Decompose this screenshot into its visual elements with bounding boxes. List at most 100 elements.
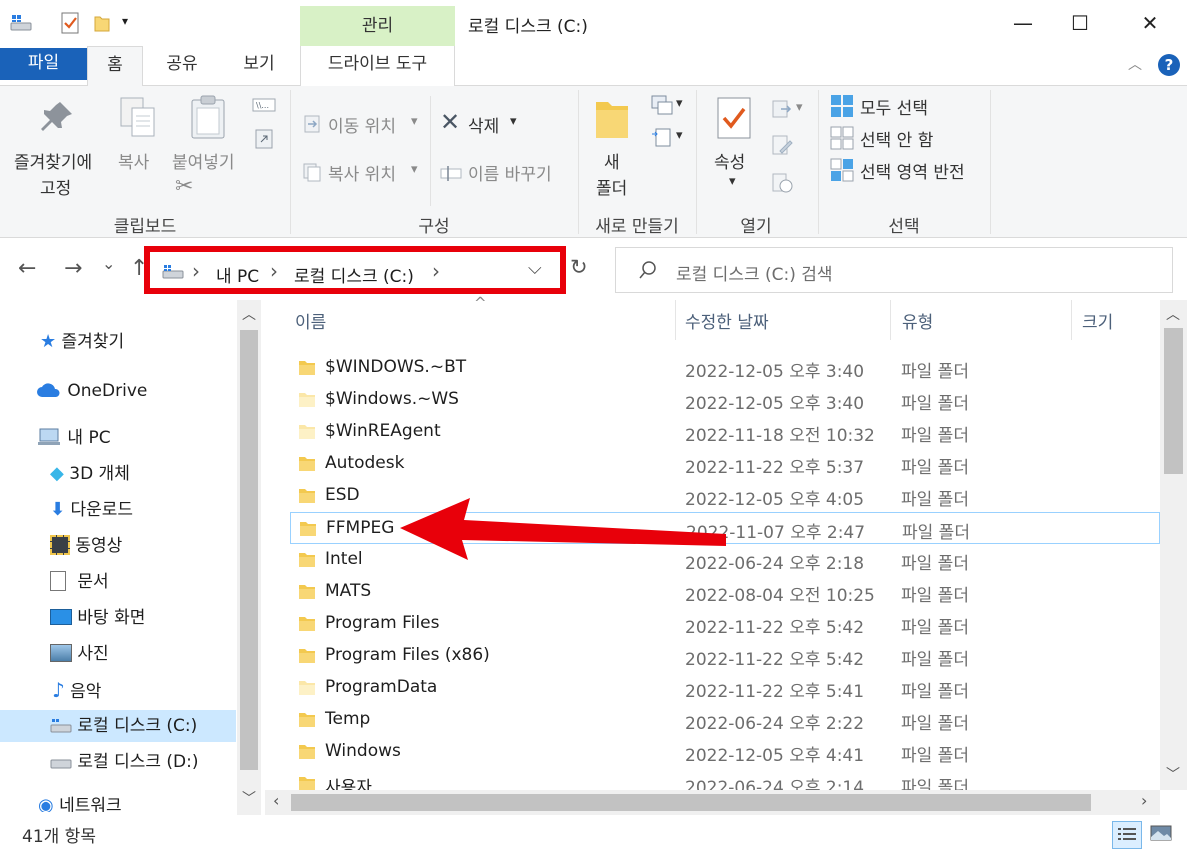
new-folder-button[interactable]: 새 bbox=[604, 148, 620, 173]
file-date: 2022-06-24 오후 2:22 bbox=[685, 714, 865, 734]
copy-to-button[interactable]: 복사 위치 bbox=[328, 160, 396, 185]
tab-drive-tools[interactable]: 드라이브 도구 bbox=[300, 46, 455, 86]
cut-icon[interactable]: ✂ bbox=[175, 174, 193, 199]
help-icon[interactable]: ? bbox=[1158, 54, 1180, 76]
properties-button[interactable]: 속성 bbox=[714, 148, 745, 173]
rename-button[interactable]: 이름 바꾸기 bbox=[468, 160, 552, 185]
nav-item-documents[interactable]: 문서 bbox=[50, 566, 109, 598]
move-to-button[interactable]: 이동 위치 bbox=[328, 112, 396, 137]
collapse-ribbon-icon[interactable]: ︿ bbox=[1128, 54, 1142, 74]
recent-locations-button[interactable]: ⌄ bbox=[102, 254, 115, 273]
nav-item-this-pc[interactable]: 내 PC bbox=[38, 422, 111, 454]
nav-item-local-disk-d[interactable]: 로컬 디스크 (D:) bbox=[50, 746, 199, 778]
close-button[interactable]: ✕ bbox=[1122, 0, 1178, 46]
breadcrumb-separator[interactable]: › bbox=[192, 259, 200, 283]
scroll-down-icon[interactable]: ﹀ bbox=[1166, 764, 1180, 784]
move-to-dropdown-icon[interactable]: ▾ bbox=[411, 114, 418, 129]
file-name: ProgramData bbox=[325, 677, 438, 697]
scroll-left-icon[interactable]: ‹ bbox=[273, 791, 279, 810]
table-row[interactable]: MATS 2022-08-04 오전 10:25 파일 폴더 bbox=[290, 576, 1160, 608]
table-row[interactable]: Program Files (x86) 2022-11-22 오후 5:42 파일 … bbox=[290, 640, 1160, 672]
nav-item-music[interactable]: ♪ 음악 bbox=[52, 674, 101, 706]
table-row[interactable]: $WinREAgent 2022-11-18 오전 10:32 파일 폴더 bbox=[290, 416, 1160, 448]
copy-path-icon[interactable]: \\... bbox=[252, 98, 276, 112]
select-all-button[interactable]: 모두 선택 bbox=[860, 94, 928, 119]
select-none-button[interactable]: 선택 안 함 bbox=[860, 126, 933, 151]
breadcrumb-this-pc[interactable]: 내 PC bbox=[216, 262, 259, 287]
table-row[interactable]: Temp 2022-06-24 오후 2:22 파일 폴더 bbox=[290, 704, 1160, 736]
nav-item-pictures[interactable]: 사진 bbox=[50, 638, 109, 670]
refresh-button[interactable]: ↻ bbox=[570, 255, 588, 279]
easy-access-dropdown-icon[interactable]: ▾ bbox=[676, 128, 683, 143]
scroll-up-icon[interactable]: ︿ bbox=[242, 304, 256, 324]
large-icons-view-button[interactable] bbox=[1150, 824, 1174, 844]
address-bar[interactable]: › 내 PC › 로컬 디스크 (C:) › ⌵ bbox=[144, 246, 566, 294]
file-type: 파일 폴더 bbox=[901, 746, 969, 766]
group-label-new: 새로 만들기 bbox=[595, 217, 679, 237]
paste-button[interactable]: 붙여넣기 bbox=[172, 148, 235, 173]
scroll-up-icon[interactable]: ︿ bbox=[1166, 304, 1180, 324]
qat-dropdown-icon[interactable]: ▾ bbox=[122, 14, 128, 28]
nav-item-network[interactable]: ◉ 네트워크 bbox=[38, 792, 122, 812]
nav-item-quick-access[interactable]: ★ 즐겨찾기 bbox=[40, 326, 124, 358]
search-input[interactable]: 로컬 디스크 (C:) 검색 bbox=[676, 260, 833, 285]
tab-share[interactable]: 공유 bbox=[150, 46, 214, 86]
new-item-icon[interactable] bbox=[650, 94, 674, 116]
open-icon[interactable] bbox=[770, 98, 794, 120]
history-icon[interactable] bbox=[770, 172, 794, 194]
file-date: 2022-11-22 오후 5:37 bbox=[685, 458, 865, 478]
file-list-vscrollbar[interactable]: ︿ ﹀ bbox=[1160, 300, 1187, 790]
tab-file[interactable]: 파일 bbox=[0, 48, 87, 80]
properties-icon[interactable] bbox=[60, 12, 80, 34]
nav-item-downloads[interactable]: ⬇ 다운로드 bbox=[50, 494, 133, 526]
nav-item-onedrive[interactable]: OneDrive bbox=[36, 375, 147, 407]
file-list-hscroll-thumb[interactable] bbox=[291, 794, 1091, 811]
table-row[interactable]: 사용자 2022-06-24 오후 2:14 파일 폴더 bbox=[290, 768, 1160, 790]
search-box[interactable]: 로컬 디스크 (C:) 검색 bbox=[615, 247, 1173, 293]
edit-icon[interactable] bbox=[770, 134, 794, 156]
forward-button[interactable]: → bbox=[64, 256, 82, 281]
file-list-hscrollbar[interactable]: ‹ › bbox=[265, 790, 1160, 815]
new-item-dropdown-icon[interactable]: ▾ bbox=[676, 96, 683, 111]
open-dropdown-icon[interactable]: ▾ bbox=[796, 100, 803, 115]
invert-selection-button[interactable]: 선택 영역 반전 bbox=[860, 158, 965, 183]
properties-dropdown-icon[interactable]: ▾ bbox=[729, 174, 736, 189]
delete-button[interactable]: 삭제 bbox=[468, 112, 499, 137]
breadcrumb-separator[interactable]: › bbox=[270, 259, 278, 283]
delete-dropdown-icon[interactable]: ▾ bbox=[510, 114, 517, 129]
nav-item-desktop[interactable]: 바탕 화면 bbox=[50, 602, 145, 634]
easy-access-icon[interactable] bbox=[650, 126, 674, 148]
ribbon-tab-bar: 파일 홈 공유 보기 드라이브 도구 ︿ ? bbox=[0, 46, 1187, 87]
nav-scrollbar[interactable]: ︿ ﹀ bbox=[237, 300, 261, 815]
file-name: Intel bbox=[325, 549, 363, 569]
maximize-button[interactable]: ☐ bbox=[1052, 0, 1108, 46]
copy-to-dropdown-icon[interactable]: ▾ bbox=[411, 162, 418, 177]
table-row[interactable]: $WINDOWS.~BT 2022-12-05 오후 3:40 파일 폴더 bbox=[290, 352, 1160, 384]
manage-tab[interactable]: 관리 bbox=[300, 6, 455, 46]
file-list-scroll-thumb[interactable] bbox=[1164, 328, 1183, 474]
copy-button[interactable]: 복사 bbox=[118, 148, 149, 173]
tab-view[interactable]: 보기 bbox=[225, 46, 293, 86]
paste-shortcut-icon[interactable] bbox=[254, 126, 274, 150]
address-dropdown-icon[interactable]: ⌵ bbox=[528, 258, 542, 279]
table-row[interactable]: Autodesk 2022-11-22 오후 5:37 파일 폴더 bbox=[290, 448, 1160, 480]
nav-item-3d-objects[interactable]: ◆ 3D 개체 bbox=[50, 458, 130, 490]
scroll-right-icon[interactable]: › bbox=[1141, 791, 1147, 810]
back-button[interactable]: ← bbox=[18, 256, 36, 281]
scroll-down-icon[interactable]: ﹀ bbox=[242, 788, 256, 808]
table-row[interactable]: $Windows.~WS 2022-12-05 오후 3:40 파일 폴더 bbox=[290, 384, 1160, 416]
table-row[interactable]: Program Files 2022-11-22 오후 5:42 파일 폴더 bbox=[290, 608, 1160, 640]
details-view-button[interactable] bbox=[1112, 821, 1142, 849]
breadcrumb-local-disk-c[interactable]: 로컬 디스크 (C:) bbox=[294, 262, 414, 287]
tab-home[interactable]: 홈 bbox=[87, 46, 143, 87]
minimize-button[interactable]: — bbox=[995, 0, 1051, 46]
new-folder-icon[interactable] bbox=[94, 14, 110, 32]
breadcrumb-separator[interactable]: › bbox=[432, 259, 440, 283]
nav-item-local-disk-c[interactable]: 로컬 디스크 (C:) bbox=[0, 710, 236, 742]
pin-to-quick-access-button[interactable]: 즐겨찾기에 bbox=[14, 148, 92, 173]
nav-item-videos[interactable]: 동영상 bbox=[50, 530, 122, 562]
table-row[interactable]: ProgramData 2022-11-22 오후 5:41 파일 폴더 bbox=[290, 672, 1160, 704]
nav-scroll-thumb[interactable] bbox=[240, 330, 258, 770]
table-row[interactable]: Windows 2022-12-05 오후 4:41 파일 폴더 bbox=[290, 736, 1160, 768]
file-type: 파일 폴더 bbox=[901, 682, 969, 702]
